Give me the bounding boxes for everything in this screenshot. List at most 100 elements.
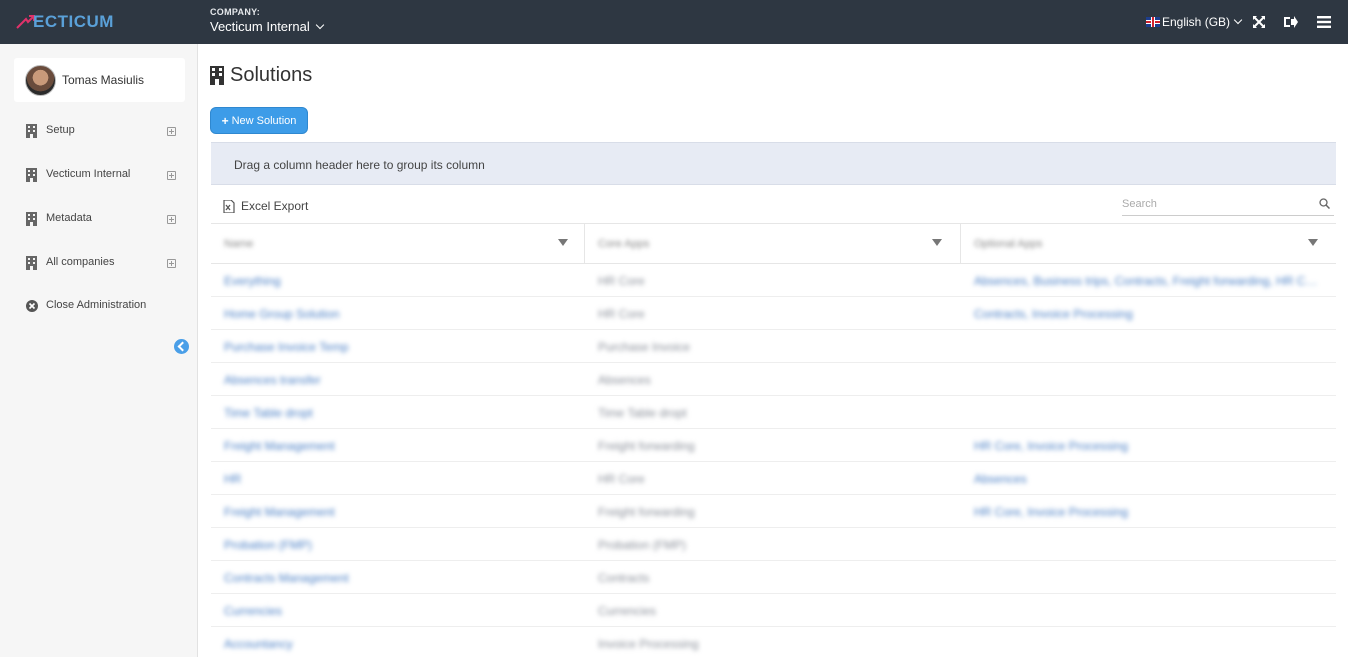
cell-name[interactable]: Contracts Management [211, 561, 584, 594]
table-row[interactable]: Purchase Invoice Temp Purchase Invoice [211, 330, 1336, 363]
expand-icon[interactable] [167, 215, 176, 224]
company-name[interactable]: Vecticum Internal [210, 19, 324, 34]
excel-export-button[interactable]: Excel Export [223, 199, 308, 213]
cell-optional-apps: HR Core, Invoice Processing [974, 439, 1129, 453]
sidebar-item-label: Metadata [46, 212, 92, 224]
cell-optional-apps: Contracts, Invoice Processing [974, 307, 1133, 321]
cell-optional-apps: Absences [974, 472, 1027, 486]
sidebar-item-label: Setup [46, 124, 75, 136]
table-row[interactable]: Absences transfer Absences [211, 363, 1336, 396]
search-box[interactable] [1122, 194, 1334, 216]
filter-icon[interactable] [1308, 239, 1318, 246]
cell-optional-apps [961, 528, 1336, 561]
fullscreen-icon[interactable] [1251, 14, 1267, 30]
cell-name[interactable]: Time Table dropt [211, 396, 584, 429]
cell-core-apps: Time Table dropt [598, 406, 687, 420]
expand-icon[interactable] [167, 127, 176, 136]
language-selector[interactable]: English (GB) [1146, 15, 1243, 29]
sidebar-item-close-administration[interactable]: Close Administration [0, 296, 198, 316]
sidebar-item-label: All companies [46, 256, 115, 268]
table-row[interactable]: Accountancy Invoice Processing [211, 627, 1336, 657]
cell-name[interactable]: HR [211, 462, 584, 495]
cell-name[interactable]: Accountancy [211, 627, 584, 657]
company-name-text: Vecticum Internal [210, 19, 310, 34]
cell-optional-apps: HR Core, Invoice Processing [974, 505, 1129, 519]
filter-icon[interactable] [558, 239, 568, 246]
cell-core-apps: Currencies [598, 604, 657, 618]
logo-text: ECTICUM [33, 12, 114, 31]
chevron-down-icon [1233, 15, 1243, 25]
solutions-grid: Name Core Apps Optional Apps Everything H… [211, 224, 1336, 657]
table-row[interactable]: Freight Management Freight forwarding HR C… [211, 495, 1336, 528]
column-header-name[interactable]: Name [211, 224, 584, 264]
expand-icon[interactable] [167, 259, 176, 268]
logout-icon[interactable] [1283, 14, 1299, 30]
menu-icon[interactable] [1316, 14, 1332, 30]
sidebar: Tomas Masiulis Setup Vecticum Internal M… [0, 44, 198, 657]
table-row[interactable]: Home Group Solution HR Core Contracts, Inv… [211, 297, 1336, 330]
page-title: Solutions [210, 64, 312, 87]
top-bar: ECTICUM COMPANY: Vecticum Internal Engli… [0, 0, 1348, 44]
building-icon [26, 212, 37, 226]
cell-optional-apps [961, 594, 1336, 627]
cell-optional-apps [961, 396, 1336, 429]
search-icon[interactable] [1319, 198, 1330, 209]
search-input[interactable] [1122, 194, 1312, 214]
cell-core-apps: Invoice Processing [598, 637, 699, 651]
cell-name[interactable]: Everything [211, 264, 584, 297]
column-header-core-apps[interactable]: Core Apps [585, 224, 960, 264]
chevron-down-icon [315, 20, 324, 29]
table-row[interactable]: Freight Management Freight forwarding HR C… [211, 429, 1336, 462]
grid-body: Everything HR Core Absences, Business trip… [211, 264, 1336, 657]
user-name: Tomas Masiulis [62, 73, 145, 87]
user-card[interactable]: Tomas Masiulis [14, 58, 185, 102]
filter-icon[interactable] [932, 239, 942, 246]
building-icon [26, 124, 37, 138]
cell-optional-apps [961, 330, 1336, 363]
cell-core-apps: Freight forwarding [598, 505, 695, 519]
cell-core-apps: Purchase Invoice [598, 340, 691, 354]
company-label: COMPANY: [210, 7, 261, 17]
cell-name[interactable]: Probation (FMP) [211, 528, 584, 561]
cell-name[interactable]: Currencies [211, 594, 584, 627]
cell-core-apps: HR Core [598, 307, 645, 321]
building-icon [26, 168, 37, 182]
uk-flag-icon [1146, 17, 1160, 27]
table-row[interactable]: Probation (FMP) Probation (FMP) [211, 528, 1336, 561]
cell-optional-apps [961, 561, 1336, 594]
logo[interactable]: ECTICUM [16, 12, 114, 32]
sidebar-item-label: Close Administration [46, 299, 147, 311]
language-label: English (GB) [1162, 15, 1231, 29]
cell-core-apps: Probation (FMP) [598, 538, 687, 552]
cell-name[interactable]: Purchase Invoice Temp [211, 330, 584, 363]
sidebar-item-metadata[interactable]: Metadata [0, 209, 198, 229]
page-title-text: Solutions [230, 64, 313, 86]
column-header-optional-apps[interactable]: Optional Apps [961, 224, 1336, 264]
group-by-panel[interactable]: Drag a column header here to group its c… [211, 142, 1336, 185]
cell-optional-apps: Absences, Business trips, Contracts, Fre… [974, 274, 1336, 288]
sidebar-item-label: Vecticum Internal [46, 168, 131, 180]
collapse-sidebar-icon[interactable] [174, 339, 189, 354]
cell-core-apps: Absences [598, 373, 651, 387]
cell-core-apps: Freight forwarding [598, 439, 695, 453]
table-row[interactable]: Contracts Management Contracts [211, 561, 1336, 594]
sidebar-item-vecticum-internal[interactable]: Vecticum Internal [0, 165, 198, 185]
sidebar-item-all-companies[interactable]: All companies [0, 253, 198, 273]
cell-name[interactable]: Freight Management [211, 495, 584, 528]
cell-name[interactable]: Absences transfer [211, 363, 584, 396]
company-selector[interactable]: COMPANY: Vecticum Internal [210, 7, 324, 34]
table-row[interactable]: Currencies Currencies [211, 594, 1336, 627]
table-row[interactable]: Everything HR Core Absences, Business trip… [211, 264, 1336, 297]
cell-name[interactable]: Freight Management [211, 429, 584, 462]
new-solution-button[interactable]: + New Solution [210, 107, 308, 134]
table-row[interactable]: HR HR Core Absences [211, 462, 1336, 495]
group-hint: Drag a column header here to group its c… [234, 158, 485, 172]
expand-icon[interactable] [167, 171, 176, 180]
cell-name[interactable]: Home Group Solution [211, 297, 584, 330]
building-icon [26, 256, 37, 270]
plus-icon: + [221, 113, 229, 128]
sidebar-item-setup[interactable]: Setup [0, 121, 198, 141]
table-row[interactable]: Time Table dropt Time Table dropt [211, 396, 1336, 429]
cell-optional-apps [961, 627, 1336, 657]
cell-core-apps: HR Core [598, 274, 645, 288]
